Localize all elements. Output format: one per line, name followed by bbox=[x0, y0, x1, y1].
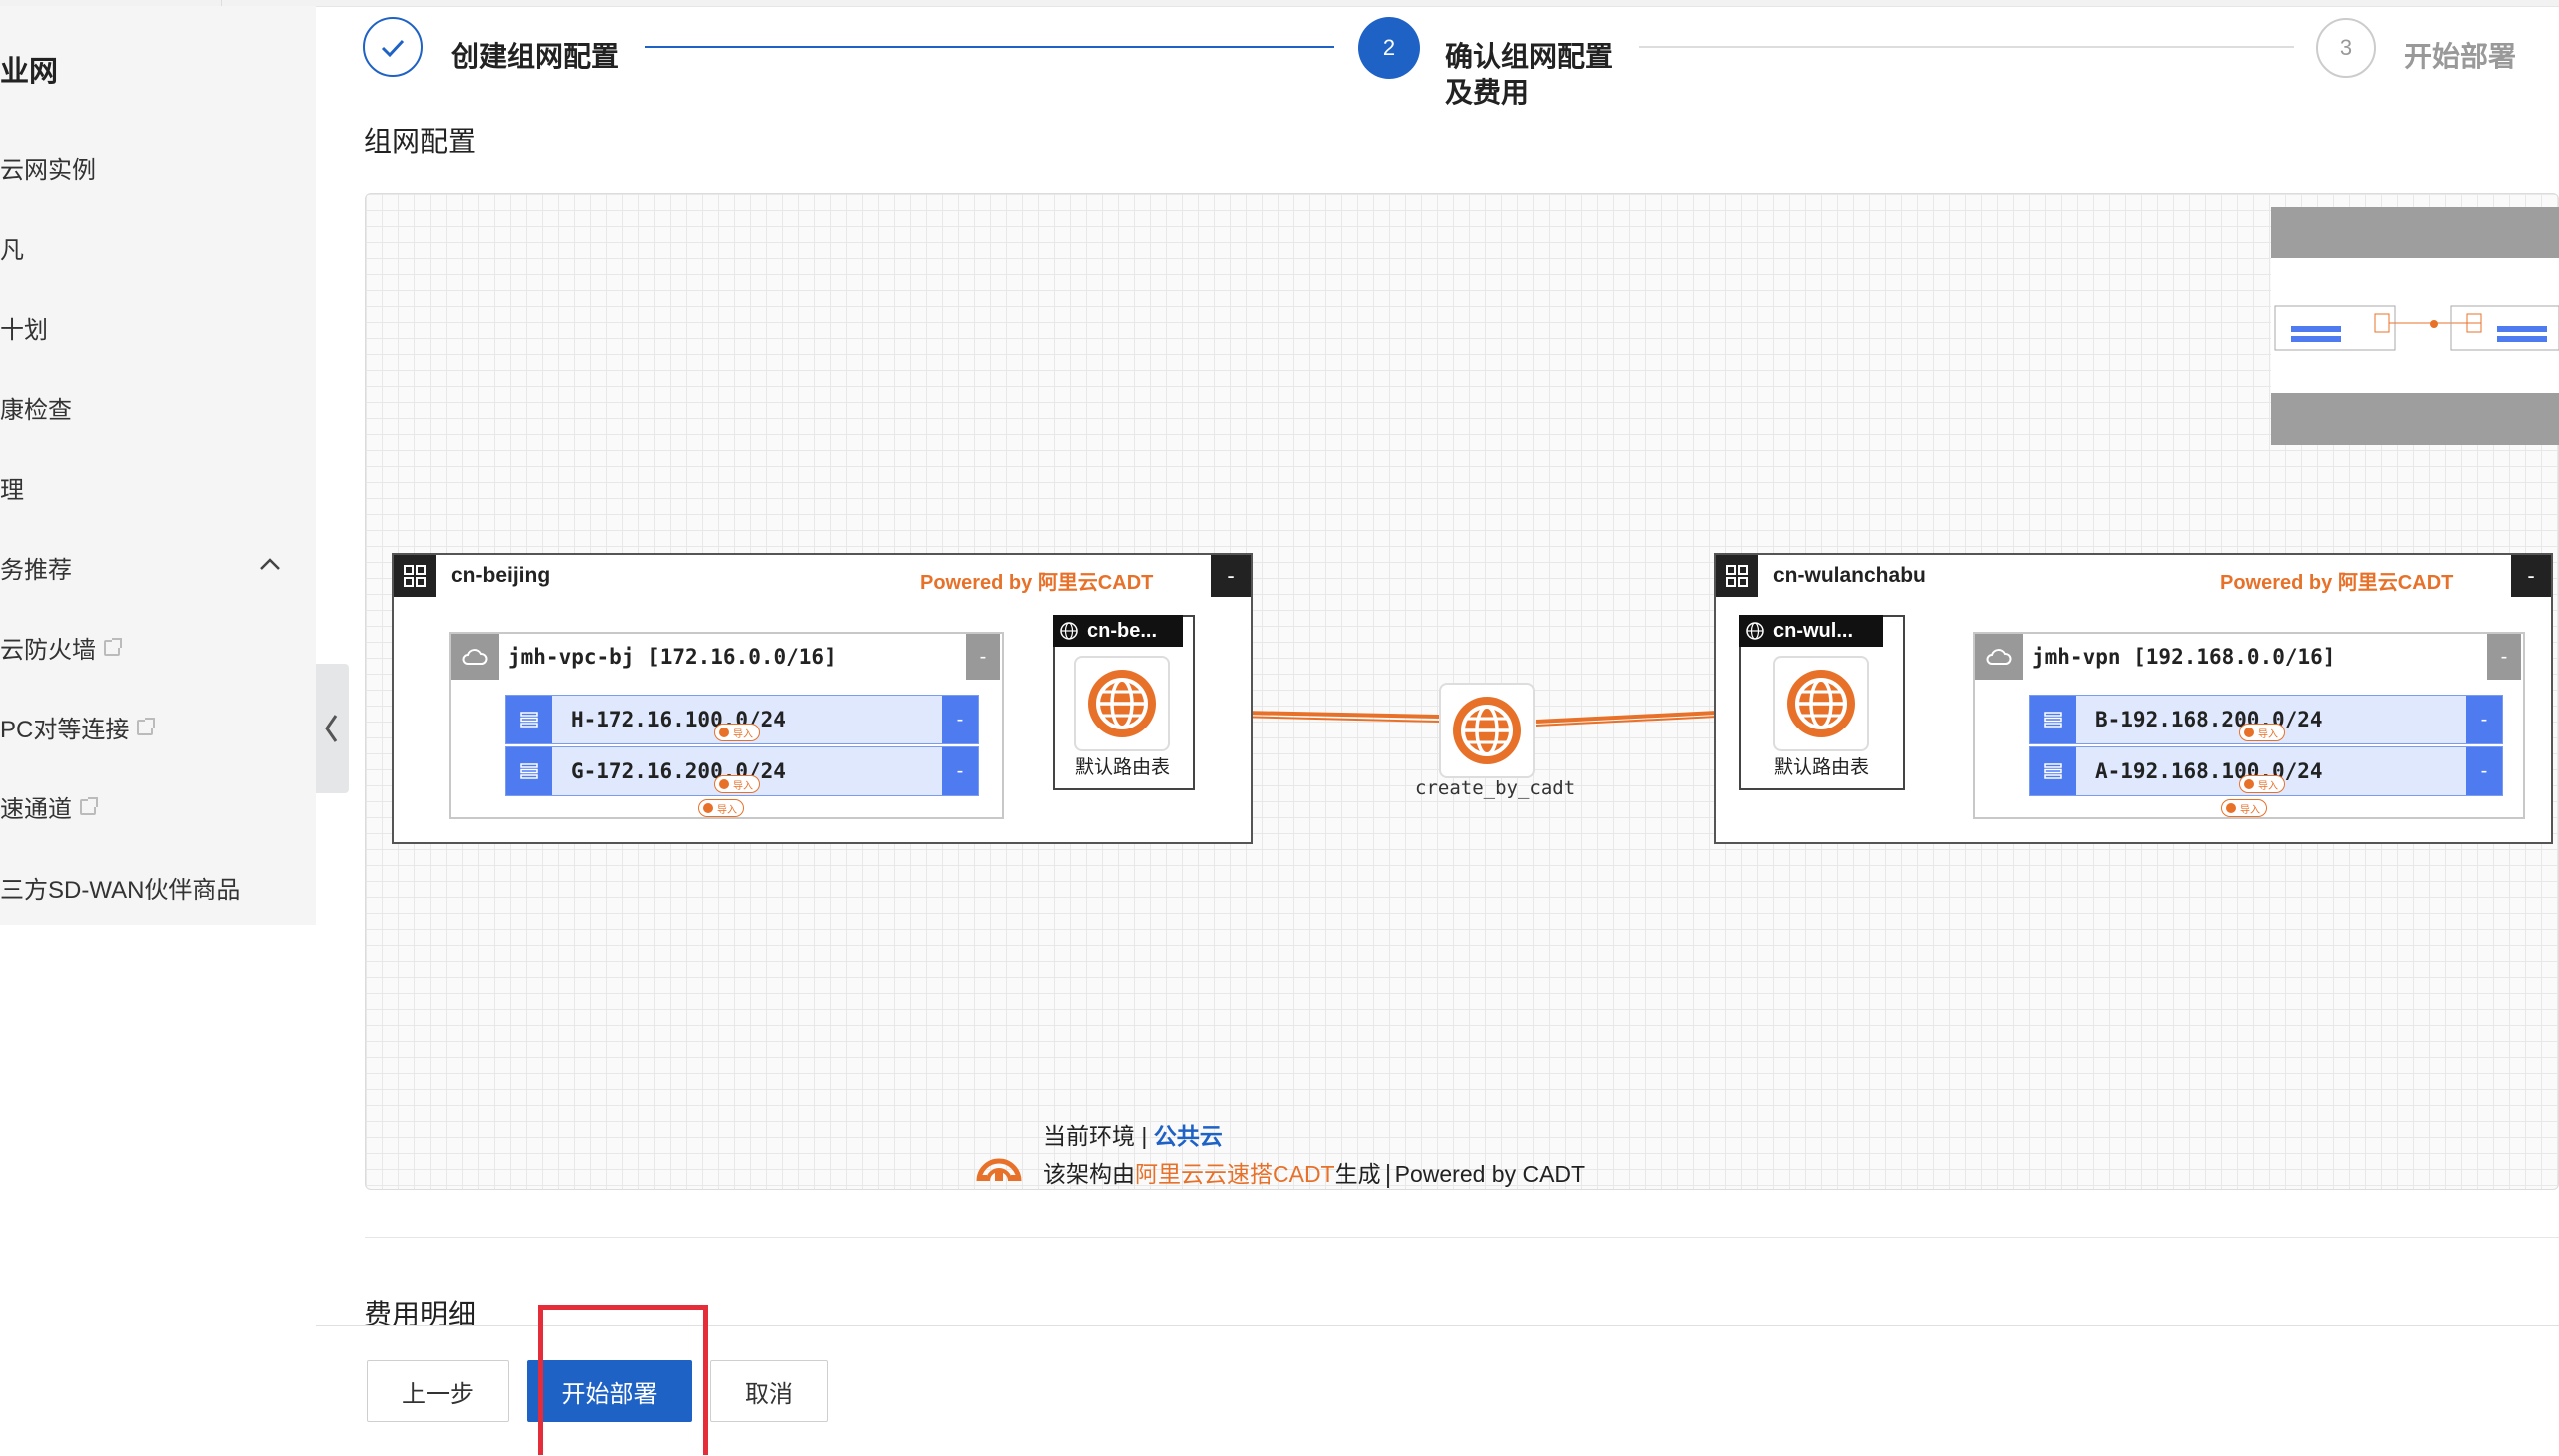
highlight-box bbox=[538, 1305, 708, 1455]
route-table-label: 默认路由表 bbox=[1075, 757, 1171, 778]
globe-icon bbox=[1453, 697, 1521, 764]
vswitch-icon bbox=[2030, 696, 2076, 743]
cloud-icon bbox=[451, 634, 499, 680]
vswitch-icon bbox=[506, 747, 552, 795]
import-dot-icon bbox=[703, 803, 713, 813]
vswitch-icon bbox=[2030, 747, 2076, 795]
vpc-collapse-button[interactable]: - bbox=[966, 634, 1000, 680]
vpc-name: jmh-vpn [192.168.0.0/16] bbox=[2032, 645, 2336, 669]
import-tag: 导入 bbox=[2239, 775, 2285, 793]
environment-line: 当前环境 | 公共云 bbox=[1043, 1123, 1223, 1149]
cancel-button[interactable]: 取消 bbox=[710, 1360, 828, 1422]
region-collapse-button[interactable]: - bbox=[2511, 555, 2551, 597]
import-tag: 导入 bbox=[2221, 799, 2267, 817]
import-tag: 导入 bbox=[714, 724, 760, 741]
import-tag: 导入 bbox=[698, 799, 744, 817]
vswitch-collapse-button[interactable]: - bbox=[2466, 696, 2502, 743]
globe-icon bbox=[1787, 670, 1855, 737]
route-table-globe bbox=[1773, 656, 1869, 751]
globe-small-icon bbox=[1060, 622, 1078, 640]
vswitch-collapse-button[interactable]: - bbox=[942, 696, 978, 743]
vpc-collapse-button[interactable]: - bbox=[2487, 634, 2521, 680]
import-tag: 导入 bbox=[714, 775, 760, 793]
route-table-header: cn-be... bbox=[1053, 615, 1183, 647]
vswitch-icon bbox=[506, 696, 552, 743]
import-dot-icon bbox=[2226, 803, 2236, 813]
route-table-header: cn-wul... bbox=[1739, 615, 1883, 647]
vswitch-collapse-button[interactable]: - bbox=[942, 747, 978, 795]
region-grid-icon bbox=[394, 555, 436, 597]
import-dot-icon bbox=[2244, 779, 2254, 789]
powered-by-label: Powered by 阿里云CADT bbox=[920, 572, 1154, 594]
route-table-globe bbox=[1074, 656, 1170, 751]
cadt-link[interactable]: 阿里云云速搭CADT bbox=[1135, 1161, 1335, 1187]
vswitch-name: B-192.168.200.0/24 bbox=[2095, 708, 2323, 731]
environment-value[interactable]: 公共云 bbox=[1154, 1123, 1223, 1149]
vswitch-collapse-button[interactable]: - bbox=[2466, 747, 2502, 795]
region-collapse-button[interactable]: - bbox=[1211, 555, 1251, 597]
section-divider bbox=[365, 1237, 2559, 1238]
cloud-icon bbox=[1975, 634, 2023, 680]
globe-icon bbox=[1088, 670, 1156, 737]
region-name: cn-wulanchabu bbox=[1773, 564, 1926, 587]
import-dot-icon bbox=[2244, 728, 2254, 737]
prev-step-button[interactable]: 上一步 bbox=[367, 1360, 509, 1422]
cadt-logo-icon bbox=[976, 1158, 1022, 1182]
import-dot-icon bbox=[719, 728, 729, 737]
region-grid-icon bbox=[1716, 555, 1758, 597]
globe-small-icon bbox=[1746, 622, 1764, 640]
cen-label: create_by_cadt bbox=[1415, 777, 1576, 799]
region-name: cn-beijing bbox=[451, 564, 551, 587]
powered-by-label: Powered by 阿里云CADT bbox=[2220, 572, 2454, 594]
route-table-label: 默认路由表 bbox=[1774, 757, 1870, 778]
generated-by-line: 该架构由阿里云云速搭CADT生成 Powered by CADT bbox=[1043, 1161, 1586, 1188]
import-tag: 导入 bbox=[2239, 724, 2285, 741]
vpc-name: jmh-vpc-bj [172.16.0.0/16] bbox=[508, 645, 837, 669]
cen-node[interactable] bbox=[1439, 683, 1535, 778]
import-dot-icon bbox=[719, 779, 729, 789]
vswitch-name: A-192.168.100.0/24 bbox=[2095, 759, 2323, 783]
